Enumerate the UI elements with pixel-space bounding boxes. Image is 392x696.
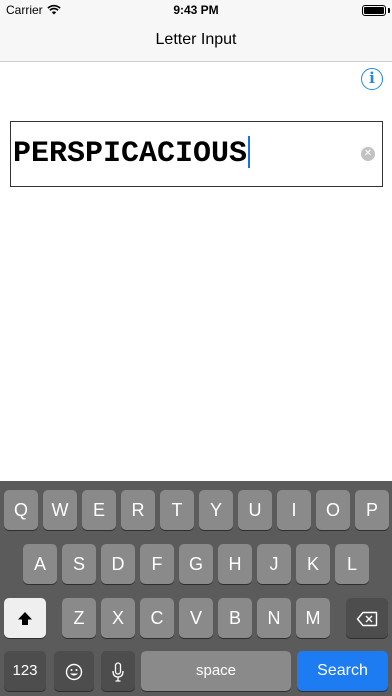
delete-icon bbox=[356, 611, 378, 627]
key-z[interactable]: Z bbox=[62, 598, 96, 638]
key-u[interactable]: U bbox=[238, 490, 272, 530]
emoji-icon bbox=[65, 663, 83, 681]
microphone-key[interactable] bbox=[101, 651, 135, 691]
key-c[interactable]: C bbox=[140, 598, 174, 638]
delete-key[interactable] bbox=[346, 598, 388, 638]
space-key[interactable]: space bbox=[141, 651, 291, 691]
info-icon: i bbox=[369, 69, 375, 87]
key-l[interactable]: L bbox=[335, 544, 369, 584]
text-caret bbox=[248, 136, 251, 168]
key-y[interactable]: Y bbox=[199, 490, 233, 530]
key-t[interactable]: T bbox=[160, 490, 194, 530]
key-v[interactable]: V bbox=[179, 598, 213, 638]
microphone-icon bbox=[112, 662, 124, 682]
clear-icon[interactable]: ✕ bbox=[361, 147, 375, 161]
shift-icon bbox=[18, 612, 32, 625]
info-button[interactable]: i bbox=[361, 68, 383, 90]
key-k[interactable]: K bbox=[296, 544, 330, 584]
key-q[interactable]: Q bbox=[4, 490, 38, 530]
key-r[interactable]: R bbox=[121, 490, 155, 530]
letter-input-field[interactable]: PERSPICACIOUS ✕ bbox=[10, 121, 383, 187]
key-a[interactable]: A bbox=[23, 544, 57, 584]
page-title: Letter Input bbox=[155, 31, 237, 48]
key-p[interactable]: P bbox=[355, 490, 389, 530]
key-w[interactable]: W bbox=[43, 490, 77, 530]
battery-nub bbox=[388, 8, 390, 13]
key-g[interactable]: G bbox=[179, 544, 213, 584]
status-bar: Carrier 9:43 PM bbox=[0, 0, 392, 20]
key-h[interactable]: H bbox=[218, 544, 252, 584]
key-s[interactable]: S bbox=[62, 544, 96, 584]
search-key[interactable]: Search bbox=[297, 651, 388, 691]
battery-icon bbox=[362, 5, 386, 16]
key-j[interactable]: J bbox=[257, 544, 291, 584]
key-e[interactable]: E bbox=[82, 490, 116, 530]
key-b[interactable]: B bbox=[218, 598, 252, 638]
numbers-key[interactable]: 123 bbox=[4, 651, 46, 691]
letter-input-value-row: PERSPICACIOUS bbox=[13, 136, 251, 171]
status-time: 9:43 PM bbox=[173, 3, 219, 17]
key-o[interactable]: O bbox=[316, 490, 350, 530]
key-m[interactable]: M bbox=[296, 598, 330, 638]
key-d[interactable]: D bbox=[101, 544, 135, 584]
key-x[interactable]: X bbox=[101, 598, 135, 638]
key-i[interactable]: I bbox=[277, 490, 311, 530]
keyboard: Q W E R T Y U I O P A S D F G H J K L Z … bbox=[0, 481, 392, 696]
shift-key[interactable] bbox=[4, 598, 46, 638]
key-n[interactable]: N bbox=[257, 598, 291, 638]
key-f[interactable]: F bbox=[140, 544, 174, 584]
letter-input-value: PERSPICACIOUS bbox=[13, 137, 248, 171]
emoji-key[interactable] bbox=[54, 651, 94, 691]
navigation-bar: Letter Input bbox=[0, 20, 392, 62]
